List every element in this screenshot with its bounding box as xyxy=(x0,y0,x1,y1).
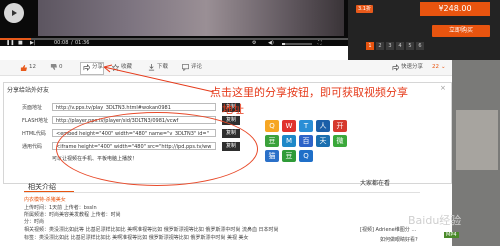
play-button[interactable] xyxy=(4,3,24,23)
kaixin-share-icon[interactable]: 开 xyxy=(333,120,347,132)
time-current: 00:08 xyxy=(54,40,69,46)
douban2-share-icon[interactable]: 豆 xyxy=(282,150,296,162)
html-code-label: HTML代码 xyxy=(22,131,46,137)
thumbs-down-icon xyxy=(50,64,57,71)
chevron-down-icon: ⌄ xyxy=(441,64,446,70)
related-line-category: 分：时尚 xyxy=(24,219,45,225)
progress-track[interactable] xyxy=(0,38,348,40)
section-divider xyxy=(24,192,420,193)
msn-share-icon[interactable]: M xyxy=(282,135,296,147)
sidebar-thumbnail-highlight xyxy=(456,110,498,170)
page-2[interactable]: 2 xyxy=(376,42,384,50)
like-count: 12 xyxy=(29,64,36,70)
wechat-share-icon[interactable]: 微 xyxy=(333,135,347,147)
dislike-button[interactable]: 0 xyxy=(50,63,63,72)
baidu-watermark: Baidu经验 xyxy=(408,214,462,227)
share-icon xyxy=(83,64,90,71)
progress-fill xyxy=(0,38,32,40)
pause-icon[interactable]: ❚❚ xyxy=(6,40,14,47)
time-sep: / xyxy=(71,40,73,46)
discount-badge: 3.1折 xyxy=(356,5,373,13)
buy-now-button[interactable]: 立即购买 xyxy=(432,25,490,37)
related-line-channel: 所属频道：时尚美容美发教程 上传者：时尚 xyxy=(24,212,121,218)
annotation-ellipse xyxy=(56,112,258,186)
sns-share-grid: QWT人开豆M百天微猫豆Q xyxy=(265,120,347,162)
video-frame[interactable] xyxy=(38,0,344,36)
quick-share-label: 快速分享 xyxy=(401,64,424,70)
page-url-label: 页面地址 xyxy=(22,105,43,111)
tianya-share-icon[interactable]: 天 xyxy=(316,135,330,147)
page-3[interactable]: 3 xyxy=(386,42,394,50)
renren-share-icon[interactable]: 人 xyxy=(316,120,330,132)
generic-code-label: 通用代码 xyxy=(22,144,43,150)
page-url-field[interactable]: http://v.pps.tv/play_3DLTN3.html#wokan09… xyxy=(52,103,216,111)
sidebar-ad-line2[interactable]: 如何做眼睛好看? xyxy=(380,236,418,243)
page-selector: 1 2 3 4 5 6 xyxy=(366,42,424,50)
price-tag: ¥248.00 xyxy=(420,2,490,16)
share-popup-title: 分享给站外好友 xyxy=(7,87,50,94)
annotation-text: 点击这里的分享按钮，即可获取视频分享 xyxy=(210,86,408,99)
bullet-count-button[interactable]: 22 ⌄ xyxy=(432,63,446,72)
close-icon[interactable]: × xyxy=(440,84,446,92)
sidebar-heading: 大家都在看 xyxy=(360,180,391,187)
time-total: 01:36 xyxy=(75,40,90,46)
thumbs-up-icon xyxy=(20,64,27,71)
stop-icon[interactable]: ■ xyxy=(18,40,23,47)
quick-share-icon xyxy=(392,64,399,71)
mop-share-icon[interactable]: 猫 xyxy=(265,150,279,162)
volume-level xyxy=(282,43,285,45)
qzone-share-icon[interactable]: Q xyxy=(265,120,279,132)
baidu-share-icon[interactable]: 百 xyxy=(299,135,313,147)
play-icon xyxy=(12,10,17,16)
related-video-title[interactable]: 内衣模特-杀猪美女 xyxy=(24,196,66,203)
douban-share-icon[interactable]: 豆 xyxy=(265,135,279,147)
tencent-share-icon[interactable]: T xyxy=(299,120,313,132)
like-button[interactable]: 12 xyxy=(20,63,36,72)
weibo-share-icon[interactable]: W xyxy=(282,120,296,132)
related-line-upload: 上传时间：1天前 上传者：bssln xyxy=(24,205,97,211)
mp4-badge: MP4 xyxy=(444,232,459,238)
flash-url-label: FLASH地址 xyxy=(22,118,49,124)
page-4[interactable]: 4 xyxy=(396,42,404,50)
qq-share-icon[interactable]: Q xyxy=(299,150,313,162)
fullscreen-icon[interactable]: ⛶ xyxy=(318,40,322,47)
page-5[interactable]: 5 xyxy=(406,42,414,50)
page-1[interactable]: 1 xyxy=(366,42,374,50)
annotation-arrow xyxy=(103,64,215,93)
dislike-count: 0 xyxy=(59,64,63,70)
settings-icon[interactable]: ⚙ xyxy=(252,40,256,47)
volume-slider[interactable] xyxy=(282,43,312,45)
next-icon[interactable]: ▶| xyxy=(30,40,36,47)
bullet-count: 22 xyxy=(432,64,439,70)
volume-icon[interactable]: ◀) xyxy=(268,40,274,47)
quick-share-button[interactable]: 快速分享 xyxy=(392,63,423,72)
page-6[interactable]: 6 xyxy=(416,42,424,50)
annotation-text-line2: 地址 xyxy=(222,103,244,116)
action-bar xyxy=(0,60,452,76)
